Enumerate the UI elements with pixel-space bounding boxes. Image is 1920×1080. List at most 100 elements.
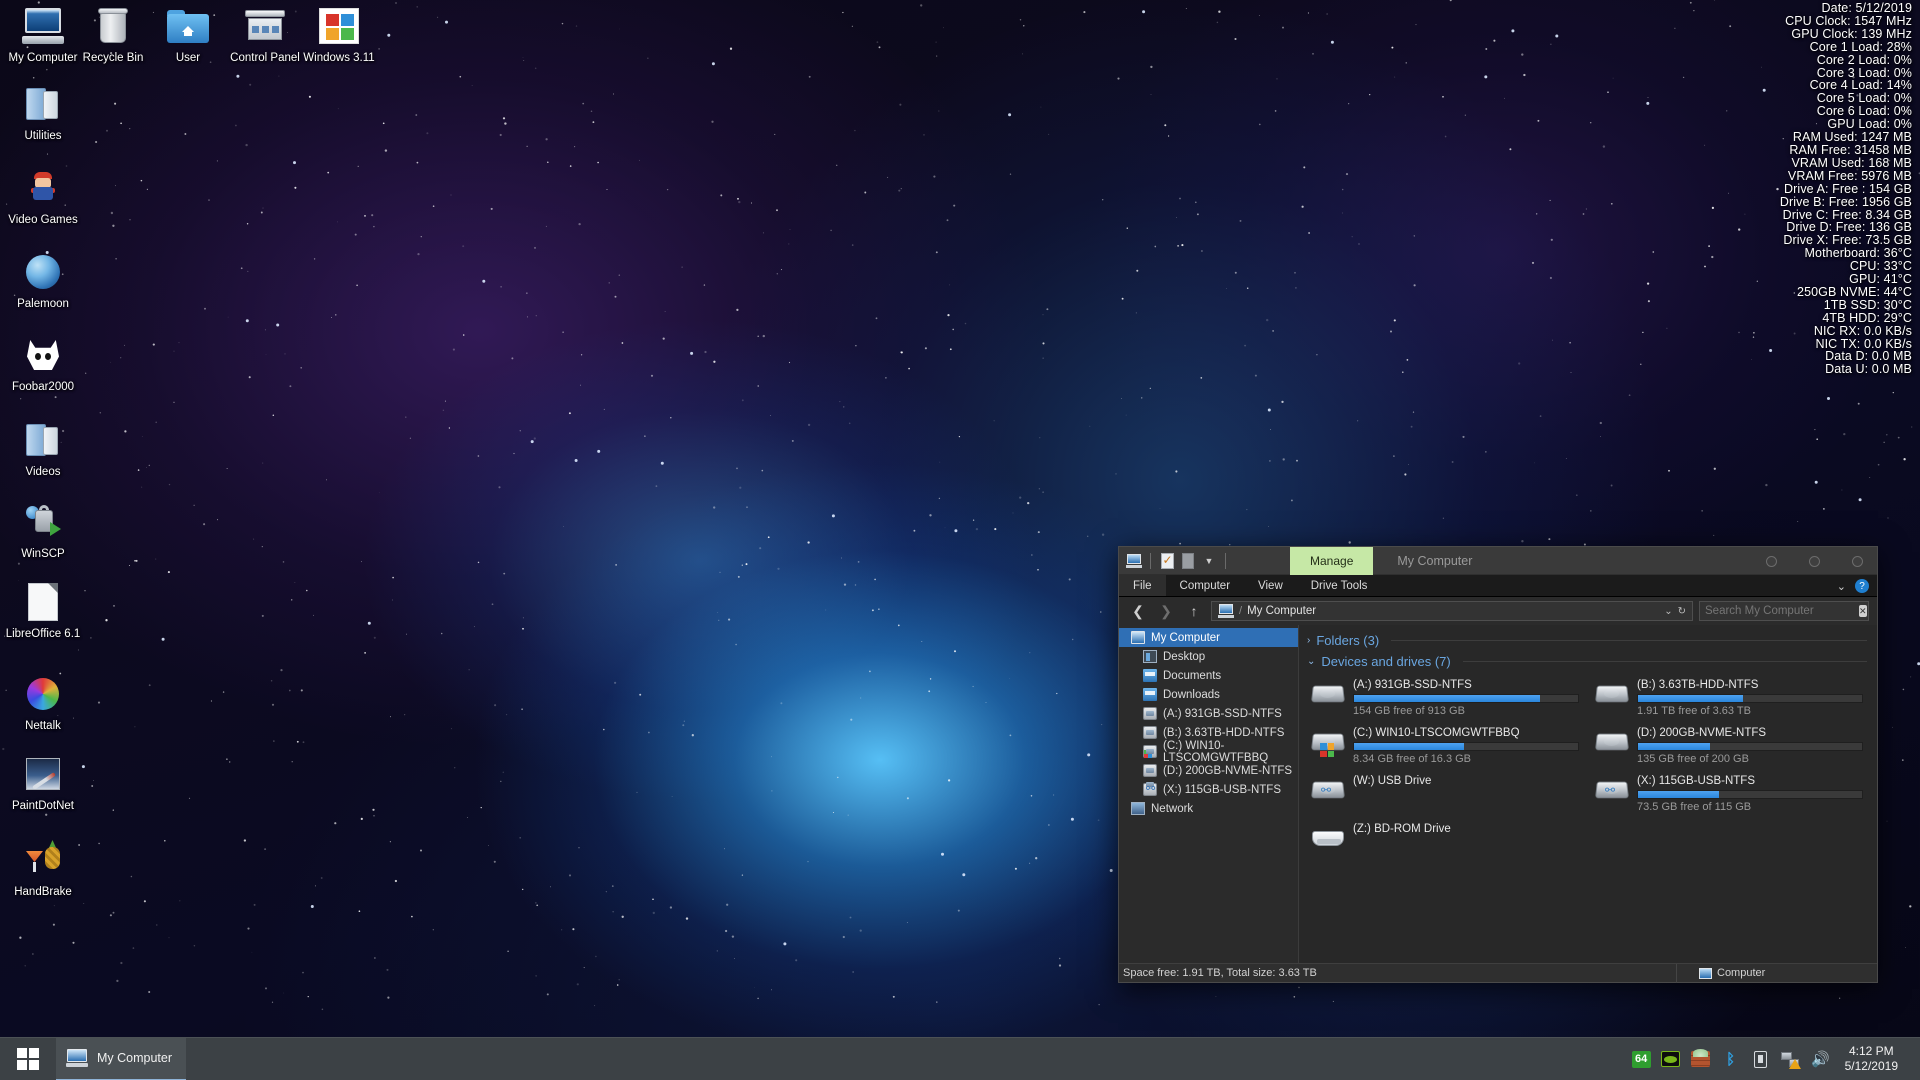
desktop-icon-recycle-bin[interactable]: Recycle Bin <box>70 4 156 65</box>
windows-drive-icon <box>1143 745 1157 758</box>
drive-item[interactable]: (D:) 200GB-NVME-NTFS 135 GB free of 200 G… <box>1591 723 1867 769</box>
up-button[interactable]: ↑ <box>1183 601 1205 621</box>
tree-item-a-931gb-ssd-ntfs[interactable]: (A:) 931GB-SSD-NTFS <box>1119 704 1298 723</box>
clear-search-icon[interactable]: ✕ <box>1859 605 1867 617</box>
desktop-icon-label: Recycle Bin <box>82 52 144 64</box>
minimize-button[interactable] <box>1766 555 1777 567</box>
drive-item[interactable]: (B:) 3.63TB-HDD-NTFS 1.91 TB free of 3.63… <box>1591 675 1867 721</box>
search-input[interactable] <box>1705 605 1859 617</box>
search-box[interactable]: ✕ <box>1699 601 1869 621</box>
window-titlebar[interactable]: ▼ Manage My Computer <box>1119 546 1877 575</box>
forward-button[interactable]: ❯ <box>1155 601 1177 621</box>
desktop-icon-label: LibreOffice 6.1 <box>5 628 81 640</box>
manage-contextual-tab[interactable]: Manage <box>1290 546 1374 575</box>
tab-computer[interactable]: Computer <box>1166 575 1245 596</box>
chevron-down-icon[interactable]: ⌄ <box>1664 606 1672 617</box>
desktop[interactable]: My Computer Recycle Bin User Control Pan… <box>0 0 1920 1080</box>
tree-item-label: Downloads <box>1163 688 1220 701</box>
taskbar-item-label: My Computer <box>97 1051 173 1065</box>
drive-icon <box>1143 726 1157 739</box>
chevron-down-icon[interactable]: ⌄ <box>1837 580 1846 593</box>
tree-item-d-200gb-nvme-ntfs[interactable]: (D:) 200GB-NVME-NTFS <box>1119 761 1298 780</box>
desktop-icon-utilities[interactable]: Utilities <box>0 82 86 143</box>
taskbar[interactable]: My Computer 64 ᛒ 🔊 4:12 PM 5/12/2019 <box>0 1037 1920 1080</box>
drive-item[interactable]: ⚯ (W:) USB Drive <box>1307 771 1583 817</box>
tree-item-network[interactable]: Network <box>1119 799 1298 818</box>
computer-icon[interactable] <box>1125 552 1143 570</box>
desktop-icon-label: Windows 3.11 <box>303 52 375 64</box>
drive-item[interactable]: (C:) WIN10-LTSCOMGWTFBBQ 8.34 GB free of … <box>1307 723 1583 769</box>
drive-item[interactable]: (A:) 931GB-SSD-NTFS 154 GB free of 913 GB <box>1307 675 1583 721</box>
drive-item[interactable]: (Z:) BD-ROM Drive <box>1307 819 1583 857</box>
ribbon-tabs[interactable]: File Computer View Drive Tools ⌄ ? <box>1119 575 1877 597</box>
tab-file[interactable]: File <box>1119 575 1166 596</box>
properties-icon[interactable] <box>1158 552 1176 570</box>
window-title: My Computer <box>1397 553 1473 568</box>
desktop-icon-windows-311[interactable]: Windows 3.11 <box>296 4 382 65</box>
breadcrumb[interactable]: My Computer <box>1247 605 1316 617</box>
hwmon-row: Drive B: Free: 1956 GB <box>1779 194 1912 209</box>
usb-drive-icon: ⚯ <box>1595 775 1629 805</box>
utilities-folder-icon <box>19 82 67 126</box>
tree-item-my-computer[interactable]: My Computer <box>1119 628 1298 647</box>
tree-item-documents[interactable]: Documents <box>1119 666 1298 685</box>
system-tray[interactable]: 64 ᛒ 🔊 4:12 PM 5/12/2019 <box>1631 1044 1920 1074</box>
address-bar[interactable]: / My Computer ⌄ ↻ <box>1211 601 1693 621</box>
desktop-icon-winscp[interactable]: WinSCP <box>0 500 86 561</box>
refresh-icon[interactable]: ↻ <box>1678 606 1686 617</box>
desktop-icon-libreoffice[interactable]: LibreOffice 6.1 <box>0 580 92 641</box>
hwmon-row: CPU Clock: 1547 MHz <box>1785 13 1912 28</box>
desktop-icon-foobar2000[interactable]: Foobar2000 <box>0 333 90 394</box>
hwmon-row: Data U: 0.0 MB <box>1825 362 1912 377</box>
tab-view[interactable]: View <box>1244 575 1297 596</box>
window-controls[interactable] <box>1766 547 1863 575</box>
tree-item-x-115gb-usb-ntfs[interactable]: (X:) 115GB-USB-NTFS <box>1119 780 1298 799</box>
tree-item-label: Documents <box>1163 669 1222 682</box>
desktop-icon-handbrake[interactable]: HandBrake <box>0 838 89 899</box>
drive-name: (C:) WIN10-LTSCOMGWTFBBQ <box>1353 727 1520 739</box>
drive-usage-bar <box>1637 742 1863 751</box>
hwmon-row: GPU: 41°C <box>1849 272 1912 287</box>
hwmon-row: Core 1 Load: 28% <box>1809 39 1912 54</box>
desktop-icon-label: WinSCP <box>21 548 65 560</box>
desktop-icon-label: HandBrake <box>14 886 72 898</box>
content-pane[interactable]: › Folders (3) ⌄ Devices and drives (7) (… <box>1299 625 1877 963</box>
chevron-down-icon[interactable]: ▼ <box>1200 552 1218 570</box>
maximize-button[interactable] <box>1809 555 1820 567</box>
back-button[interactable]: ❮ <box>1127 601 1149 621</box>
divider <box>1391 640 1867 641</box>
navigation-pane[interactable]: My Computer Desktop Documents Downloads (A:)… <box>1119 625 1299 963</box>
tree-item-downloads[interactable]: Downloads <box>1119 685 1298 704</box>
usb-eject-icon[interactable] <box>1751 1049 1771 1069</box>
tab-drive-tools[interactable]: Drive Tools <box>1297 575 1382 596</box>
nvidia-icon[interactable] <box>1661 1049 1681 1069</box>
taskbar-clock[interactable]: 4:12 PM 5/12/2019 <box>1841 1044 1910 1074</box>
close-button[interactable] <box>1852 555 1863 567</box>
drive-name: (B:) 3.63TB-HDD-NTFS <box>1637 679 1759 691</box>
start-button[interactable] <box>0 1038 56 1080</box>
desktop-icon-palemoon[interactable]: Palemoon <box>0 250 86 311</box>
desktop-icon-video-games[interactable]: Video Games <box>0 166 92 227</box>
desktop-icon-paintdotnet[interactable]: PaintDotNet <box>0 752 92 813</box>
divider <box>1225 552 1226 569</box>
help-icon[interactable]: ? <box>1855 579 1869 593</box>
hwmon-row: GPU Clock: 139 MHz <box>1791 26 1912 41</box>
tree-item-desktop[interactable]: Desktop <box>1119 647 1298 666</box>
network-warning-icon[interactable] <box>1781 1049 1802 1069</box>
group-header-folders[interactable]: › Folders (3) <box>1307 631 1867 652</box>
file-explorer-window[interactable]: ▼ Manage My Computer File Computer View … <box>1118 546 1878 983</box>
quick-access-toolbar[interactable]: ▼ <box>1119 552 1230 570</box>
new-folder-icon[interactable] <box>1179 552 1197 570</box>
group-header-devices[interactable]: ⌄ Devices and drives (7) <box>1307 652 1867 673</box>
drive-item[interactable]: ⚯ (X:) 115GB-USB-NTFS 73.5 GB free of 115 … <box>1591 771 1867 817</box>
tree-item-label: (C:) WIN10-LTSCOMGWTFBBQ <box>1163 739 1269 764</box>
tree-item-c-win10-ltscomgwtfbbq[interactable]: (C:) WIN10-LTSCOMGWTFBBQ <box>1119 739 1298 764</box>
taskbar-item-my-computer[interactable]: My Computer <box>56 1037 187 1080</box>
desktop-icon-nettalk[interactable]: Nettalk <box>0 672 86 733</box>
bluetooth-icon[interactable]: ᛒ <box>1721 1049 1741 1069</box>
desktop-icon-videos[interactable]: Videos <box>0 418 86 479</box>
64-bit-indicator-icon[interactable]: 64 <box>1631 1050 1651 1068</box>
volume-icon[interactable]: 🔊 <box>1811 1049 1831 1069</box>
firewall-icon[interactable] <box>1691 1049 1711 1069</box>
navigation-bar[interactable]: ❮ ❯ ↑ / My Computer ⌄ ↻ ✕ <box>1119 597 1877 625</box>
